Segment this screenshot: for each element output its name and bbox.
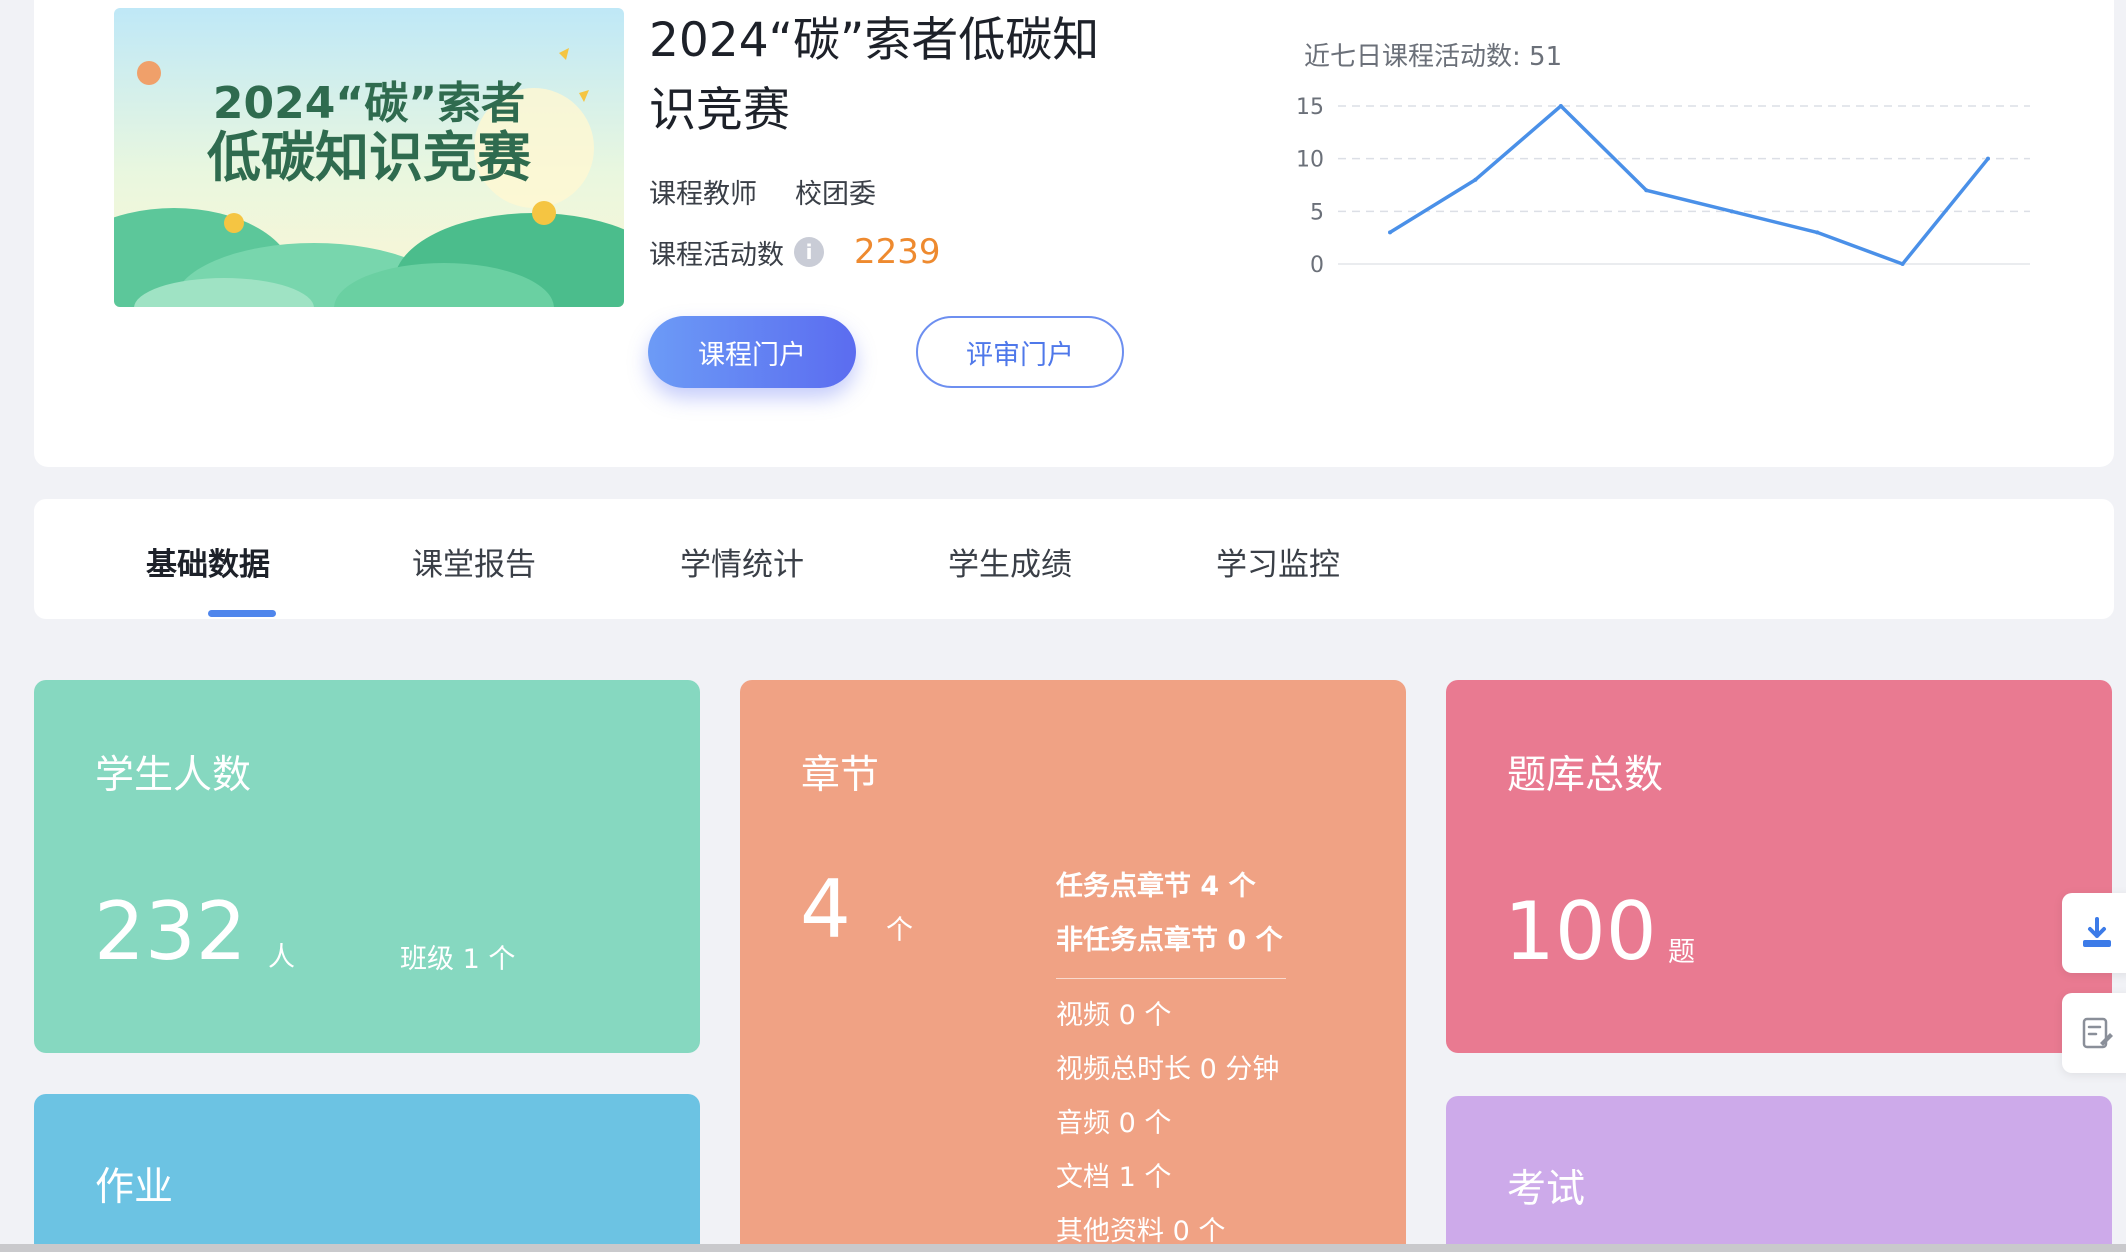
question-bank-card[interactable]: 题库总数 100 题 [1446,680,2112,1053]
chapters-title: 章节 [801,753,880,798]
tab-learning-stats[interactable]: 学情统计 [680,539,804,584]
chart-data-point [1729,209,1734,214]
cover-text-line1: 2024“碳”索者 [213,78,525,129]
activity-count: 2239 [854,232,941,272]
chart-data-point [1388,230,1392,235]
info-icon[interactable]: i [794,237,824,267]
chart-series-line [1389,104,1990,266]
students-title: 学生人数 [95,753,252,798]
review-portal-button[interactable]: 评审门户 [916,316,1124,388]
teacher-name: 校团委 [795,179,876,210]
video-count: 视频 0 个 [1056,1000,1172,1031]
chart-data-point [1473,177,1478,182]
chart-y-tick-label: 5 [1310,200,1324,225]
students-card[interactable]: 学生人数 232 人 班级 1 个 [34,680,700,1053]
chart-data-point [1558,104,1563,108]
exam-title: 考试 [1507,1167,1586,1212]
homework-card[interactable]: 作业 [34,1094,700,1252]
chapters-card[interactable]: 章节 4 个 任务点章节 4 个 非任务点章节 0 个 视频 0 个 视频总时长… [740,680,1406,1252]
task-chapters: 任务点章节 4 个 [1056,871,1256,902]
document-count: 文档 1 个 [1056,1162,1172,1193]
tab-learning-monitor[interactable]: 学习监控 [1216,539,1340,584]
chart-data-point [1815,230,1820,235]
teacher-label: 课程教师 [649,179,757,210]
class-count: 班级 1 个 [400,944,516,975]
cover-text-line2: 低碳知识竞赛 [207,126,532,189]
question-bank-title: 题库总数 [1507,753,1664,798]
course-portal-button[interactable]: 课程门户 [648,316,856,388]
chart-y-tick-label: 0 [1310,253,1324,278]
activity-line-chart: 0 5 10 15 [1296,95,2030,278]
question-bank-unit: 题 [1668,937,1695,968]
chart-data-point [1644,188,1649,193]
activity-label: 课程活动数 [649,239,784,271]
edit-note-button[interactable] [2062,993,2126,1073]
edit-note-icon [2082,1017,2113,1049]
tab-class-report[interactable]: 课堂报告 [412,539,536,584]
activity-row: 课程活动数 i 2239 [649,232,941,272]
download-icon [2083,917,2111,947]
course-cover-image[interactable]: 2024“碳”索者 低碳知识竞赛 [114,8,624,307]
course-title: 2024“碳”索者低碳知识竞赛 [649,13,1100,138]
video-duration: 视频总时长 0 分钟 [1056,1054,1280,1085]
non-task-chapters: 非任务点章节 0 个 [1056,925,1283,956]
chapters-count: 4 [800,863,851,956]
tab-basic-data[interactable]: 基础数据 [146,539,270,584]
exam-card[interactable]: 考试 [1446,1096,2112,1252]
download-button[interactable] [2062,893,2126,973]
activity-chart-title: 近七日课程活动数: 51 [1304,42,1563,72]
students-count: 232 [94,885,247,978]
audio-count: 音频 0 个 [1056,1108,1172,1139]
chart-y-tick-label: 10 [1296,148,1324,173]
tab-bar: 基础数据 课堂报告 学情统计 学生成绩 学习监控 [34,499,2114,619]
tab-student-grades[interactable]: 学生成绩 [948,539,1072,584]
chart-y-tick-label: 15 [1296,95,1324,120]
chapters-unit: 个 [886,915,913,946]
chart-data-point [1900,262,1905,266]
students-unit: 人 [268,942,295,973]
chapter-divider [1056,978,1286,979]
window-bottom-edge [0,1244,2126,1252]
question-bank-count: 100 [1504,885,1657,978]
homework-title: 作业 [95,1165,174,1210]
teacher-row: 课程教师 校团委 [649,172,876,211]
chapter-details: 任务点章节 4 个 非任务点章节 0 个 视频 0 个 视频总时长 0 分钟 音… [1056,860,1286,1252]
chart-data-point [1986,156,1990,161]
active-tab-indicator [208,610,276,617]
